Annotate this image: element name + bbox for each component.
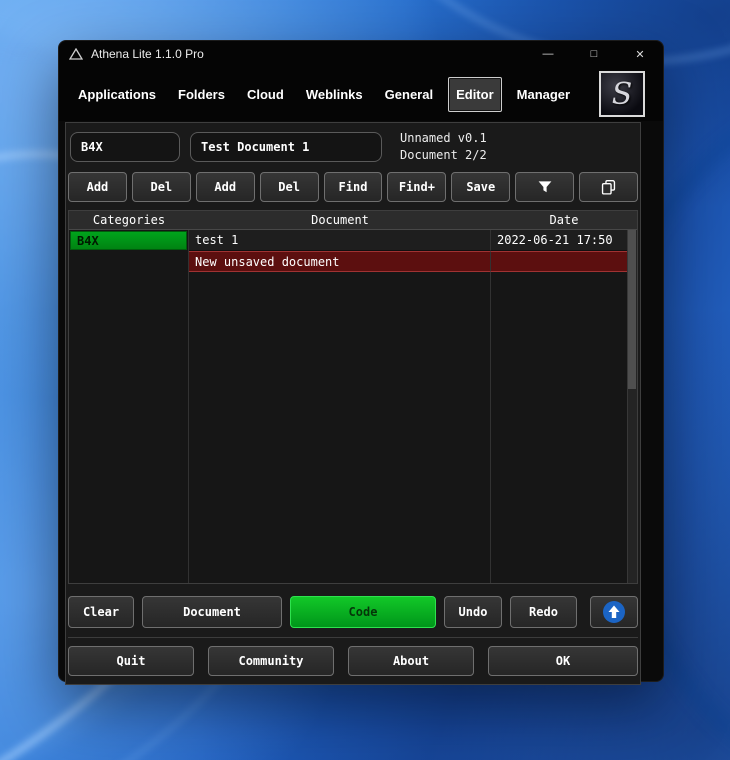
add-document-button[interactable]: Add: [195, 172, 255, 202]
del-document-button[interactable]: Del: [259, 172, 319, 202]
document-title-input[interactable]: [190, 132, 382, 162]
category-cell[interactable]: B4X: [69, 230, 189, 251]
category-b4x-selected[interactable]: B4X: [70, 231, 187, 250]
close-button[interactable]: ✕: [617, 41, 663, 67]
window-controls: — □ ✕: [525, 41, 663, 67]
community-button[interactable]: Community: [208, 646, 334, 676]
toolbar: Add Del Add Del Find Find+ Save: [68, 171, 639, 210]
document-cell-test1[interactable]: test 1: [189, 230, 491, 251]
code-mode-button[interactable]: Code: [290, 596, 436, 628]
table-row-2-unsaved[interactable]: New unsaved document: [69, 251, 637, 272]
table-scrollbar-thumb[interactable]: [628, 230, 636, 389]
table-header: Categories Document Date: [69, 211, 637, 230]
filter-button[interactable]: [515, 172, 575, 202]
tab-weblinks[interactable]: Weblinks: [299, 78, 370, 111]
status-version: Unnamed v0.1: [400, 131, 487, 145]
del-category-button[interactable]: Del: [131, 172, 191, 202]
documents-table: Categories Document Date B4X test 1 2022…: [68, 210, 638, 584]
tab-applications[interactable]: Applications: [71, 78, 163, 111]
document-mode-button[interactable]: Document: [142, 596, 282, 628]
date-cell-unsaved[interactable]: [491, 251, 637, 272]
brand-logo: S: [599, 71, 645, 117]
empty-categories-column: [69, 272, 189, 583]
maximize-button[interactable]: □: [571, 41, 617, 67]
fields-row: Unnamed v0.1 Document 2/2: [68, 123, 638, 171]
status-block: Unnamed v0.1 Document 2/2: [400, 130, 487, 164]
date-cell-test1[interactable]: 2022-06-21 17:50: [491, 230, 637, 251]
add-category-button[interactable]: Add: [68, 172, 127, 202]
ok-button[interactable]: OK: [488, 646, 638, 676]
tab-folders[interactable]: Folders: [171, 78, 232, 111]
redo-button[interactable]: Redo: [510, 596, 577, 628]
title-bar: Athena Lite 1.1.0 Pro — □ ✕: [59, 41, 663, 67]
desktop: { "window": { "title": "Athena Lite 1.1.…: [0, 0, 730, 760]
empty-date-column: [491, 272, 637, 583]
footer-divider: [68, 637, 638, 638]
table-body: B4X test 1 2022-06-21 17:50 New unsaved …: [69, 230, 637, 583]
about-button[interactable]: About: [348, 646, 474, 676]
minimize-button[interactable]: —: [525, 41, 571, 67]
header-date: Date: [549, 213, 579, 227]
tab-general[interactable]: General: [378, 78, 440, 111]
status-doc-counter: Document 2/2: [400, 148, 487, 162]
empty-document-column: [189, 272, 491, 583]
tab-manager[interactable]: Manager: [510, 78, 577, 111]
clear-button[interactable]: Clear: [68, 596, 134, 628]
up-arrow-icon: [603, 601, 625, 623]
footer: Quit Community About OK: [68, 639, 638, 684]
window-title: Athena Lite 1.1.0 Pro: [91, 47, 204, 61]
find-plus-button[interactable]: Find+: [387, 172, 447, 202]
menu-bar: Applications Folders Cloud Weblinks Gene…: [59, 67, 663, 121]
table-scrollbar[interactable]: [627, 230, 637, 583]
header-categories: Categories: [92, 213, 166, 227]
undo-button[interactable]: Undo: [444, 596, 502, 628]
copy-button[interactable]: [579, 172, 639, 202]
header-document: Document: [311, 213, 369, 227]
app-window: Athena Lite 1.1.0 Pro — □ ✕ Applications…: [58, 40, 664, 685]
editor-actions: Clear Document Code Undo Redo: [68, 584, 638, 636]
tab-cloud[interactable]: Cloud: [240, 78, 291, 111]
scroll-top-button[interactable]: [590, 596, 638, 628]
category-cell-empty: [69, 251, 189, 272]
quit-button[interactable]: Quit: [68, 646, 194, 676]
find-button[interactable]: Find: [323, 172, 383, 202]
save-button[interactable]: Save: [451, 172, 511, 202]
editor-panel: Unnamed v0.1 Document 2/2 Add Del Add De…: [65, 122, 641, 685]
app-triangle-icon: [69, 48, 83, 60]
copy-icon: [601, 179, 616, 195]
table-empty-area: [69, 272, 637, 583]
tab-editor[interactable]: Editor: [448, 76, 502, 112]
filter-icon: [538, 181, 552, 193]
brand-logo-letter: S: [611, 76, 633, 112]
table-row-1[interactable]: B4X test 1 2022-06-21 17:50: [69, 230, 637, 251]
document-cell-unsaved[interactable]: New unsaved document: [189, 251, 491, 272]
category-input[interactable]: [70, 132, 180, 162]
